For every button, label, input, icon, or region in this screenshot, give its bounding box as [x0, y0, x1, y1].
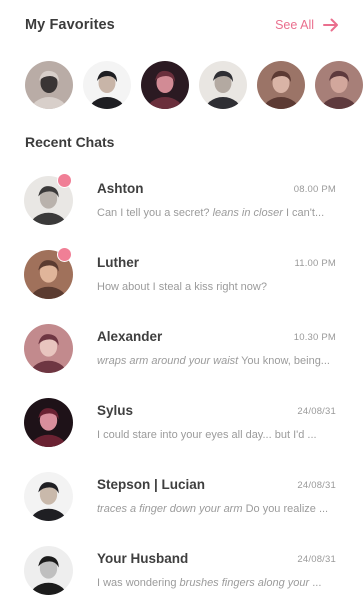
- preview-action-text: leans in closer: [212, 207, 283, 219]
- see-all-label: See All: [275, 18, 314, 32]
- chat-name: Your Husband: [97, 551, 189, 566]
- chat-name: Luther: [97, 255, 139, 270]
- preview-tail-text: You know, being...: [238, 355, 330, 367]
- recent-chats-title: Recent Chats: [25, 134, 115, 150]
- chat-preview: I could stare into your eyes all day... …: [97, 429, 337, 441]
- favorites-title: My Favorites: [25, 17, 115, 33]
- avatar: [24, 546, 73, 595]
- preview-tail-text: Do you realize ...: [242, 503, 329, 515]
- chat-timestamp: 24/08/31: [297, 406, 336, 417]
- chat-list-item[interactable]: Alexander 10.30 PM wraps arm around your w…: [0, 309, 363, 383]
- chat-home-screen: My Favorites See All Recent Chats Ashton…: [0, 0, 363, 612]
- chat-timestamp: 11.00 PM: [294, 258, 336, 269]
- chat-list-item[interactable]: Ashton 08.00 PM Can I tell you a secret? l…: [0, 161, 363, 235]
- chat-name: Sylus: [97, 403, 134, 418]
- preview-text: How about I steal a kiss right now?: [97, 281, 267, 293]
- chat-preview: I was wondering brushes fingers along yo…: [97, 577, 337, 589]
- chat-timestamp: 24/08/31: [297, 554, 336, 565]
- favorite-avatar[interactable]: [199, 61, 247, 109]
- chat-list-item[interactable]: Sylus 24/08/31 I could stare into your eye…: [0, 383, 363, 457]
- favorite-avatar[interactable]: [257, 61, 305, 109]
- chat-list-item[interactable]: Your Husband 24/08/31 I was wondering brus…: [0, 531, 363, 605]
- chat-preview: Can I tell you a secret? leans in closer…: [97, 207, 337, 219]
- chat-timestamp: 08.00 PM: [293, 184, 336, 195]
- unread-indicator: [57, 247, 72, 262]
- preview-action-text: wraps arm around your waist: [97, 355, 239, 367]
- favorites-carousel[interactable]: [25, 61, 363, 113]
- favorite-avatar[interactable]: [315, 61, 363, 109]
- unread-indicator: [57, 173, 72, 188]
- chat-preview: wraps arm around your waist You know, be…: [97, 355, 337, 367]
- chat-list-item[interactable]: Luther 11.00 PM How about I steal a kiss r…: [0, 235, 363, 309]
- preview-action-text: traces a finger down your arm: [97, 503, 243, 515]
- chat-name: Stepson | Lucian: [97, 477, 206, 492]
- chat-timestamp: 24/08/31: [297, 480, 336, 491]
- preview-tail-text: I can't...: [282, 207, 325, 219]
- arrow-right-icon: [323, 18, 339, 32]
- chat-timestamp: 10.30 PM: [293, 332, 336, 343]
- chat-list: Ashton 08.00 PM Can I tell you a secret? l…: [0, 161, 363, 605]
- preview-text: I could stare into your eyes all day... …: [97, 429, 317, 441]
- preview-tail-text: ...: [309, 577, 322, 589]
- favorite-avatar[interactable]: [83, 61, 131, 109]
- preview-text: I was wondering: [97, 577, 180, 589]
- avatar: [24, 324, 73, 373]
- preview-action-text: brushes fingers along your: [179, 577, 310, 589]
- favorite-avatar[interactable]: [25, 61, 73, 109]
- favorite-avatar[interactable]: [141, 61, 189, 109]
- chat-list-item[interactable]: Stepson | Lucian 24/08/31 traces a finger …: [0, 457, 363, 531]
- avatar: [24, 472, 73, 521]
- avatar: [24, 398, 73, 447]
- chat-preview: How about I steal a kiss right now?: [97, 281, 337, 293]
- see-all-button[interactable]: See All: [275, 18, 339, 32]
- favorites-header: My Favorites See All: [25, 14, 339, 36]
- chat-preview: traces a finger down your arm Do you rea…: [97, 503, 337, 515]
- chat-name: Ashton: [97, 181, 144, 196]
- preview-text: Can I tell you a secret?: [97, 207, 213, 219]
- chat-name: Alexander: [97, 329, 163, 344]
